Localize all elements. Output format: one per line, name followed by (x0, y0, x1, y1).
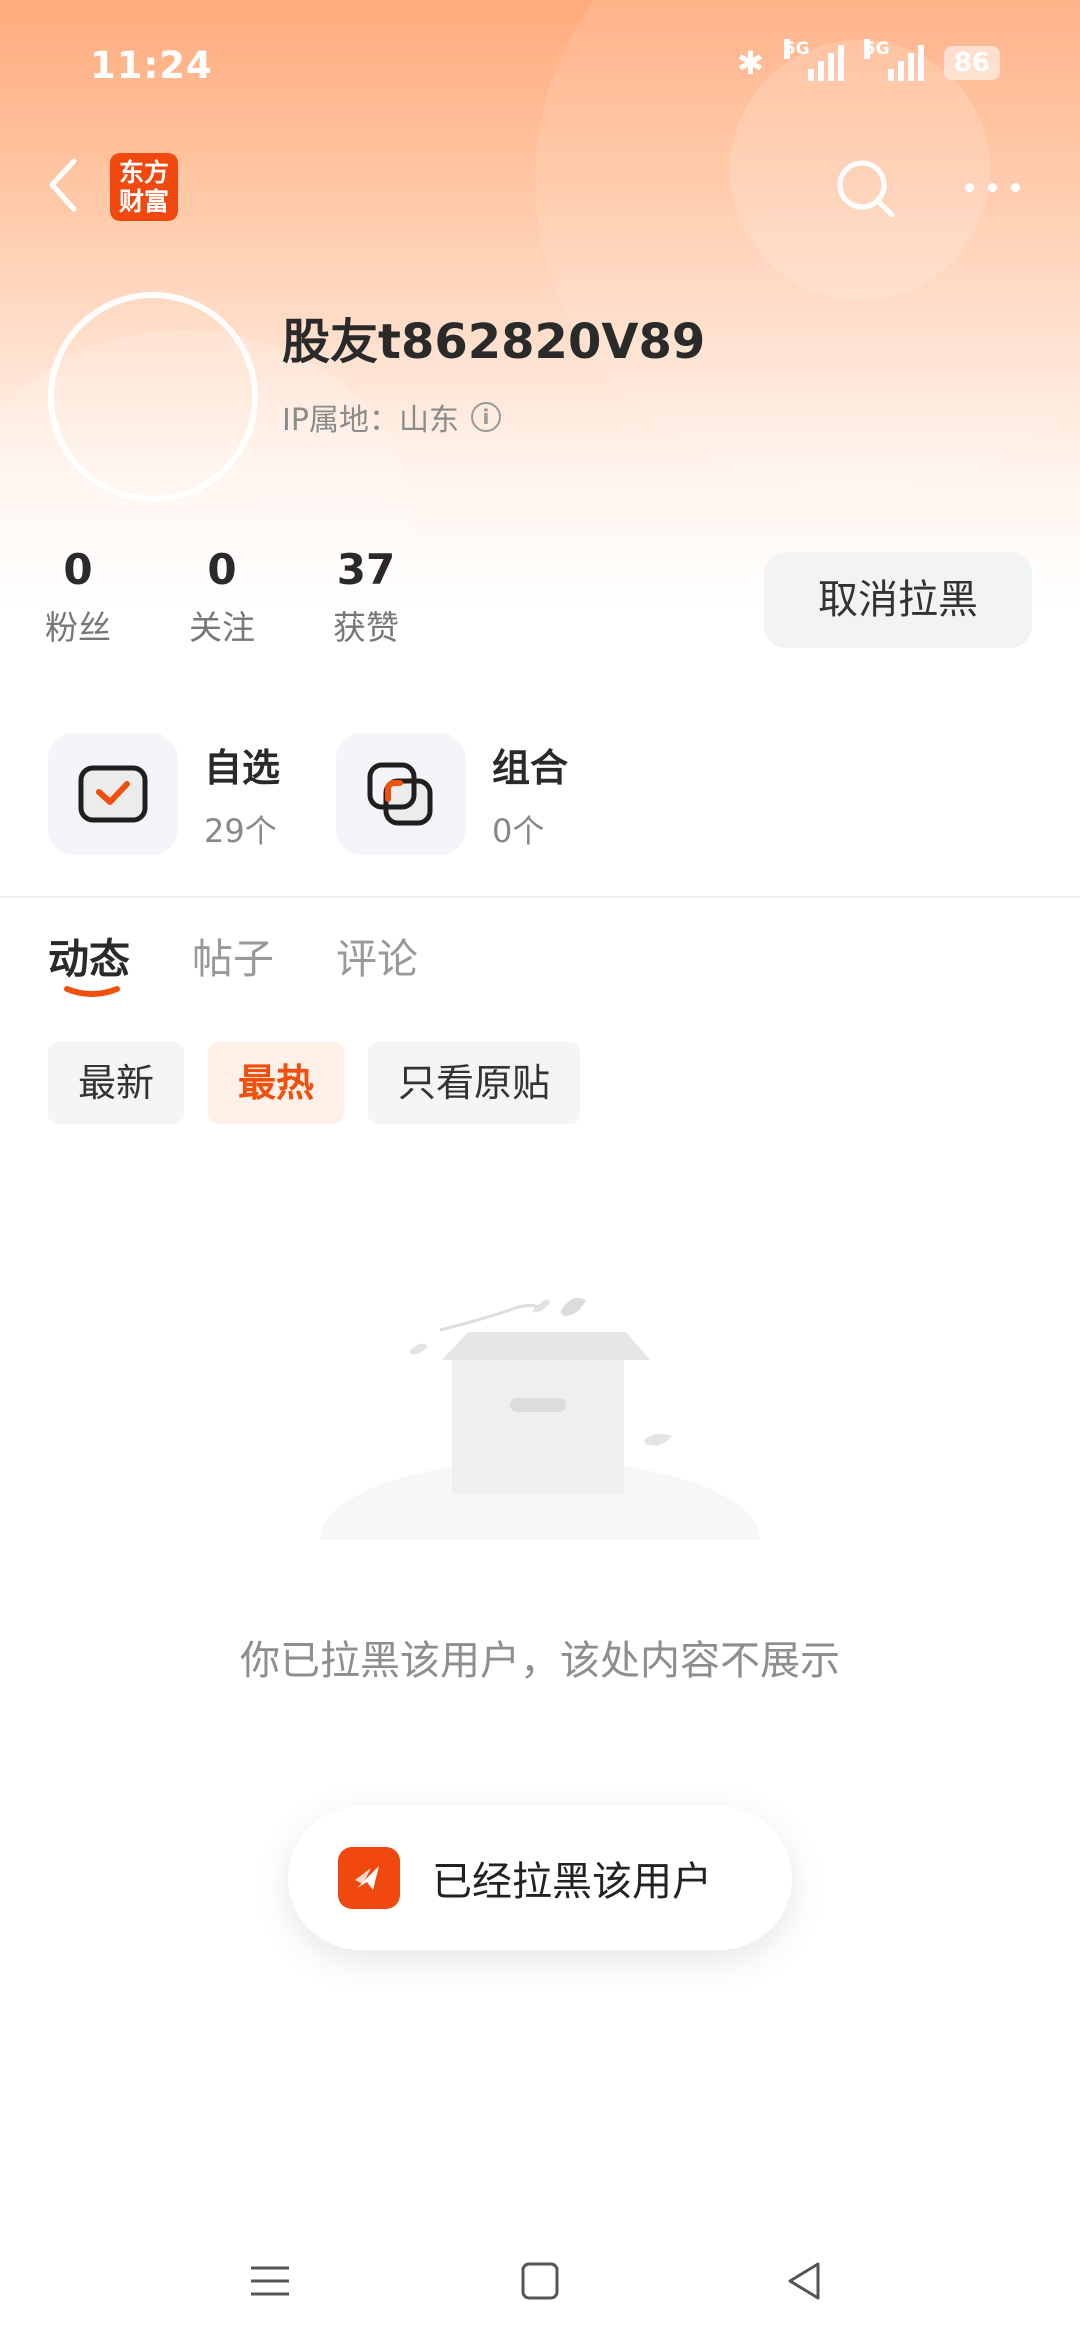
filter-chips: 最新 最热 只看原贴 (48, 1042, 581, 1124)
bluetooth-icon: ✱ (737, 44, 764, 82)
triangle-back-icon (788, 2262, 820, 2300)
profile-stats: 0 粉丝 0 关注 37 获赞 (30, 545, 414, 649)
stat-likes[interactable]: 37 获赞 (318, 545, 414, 649)
info-icon[interactable]: i (470, 402, 501, 432)
battery-indicator: 86 (943, 46, 1000, 80)
stat-label: 获赞 (333, 608, 399, 647)
tab-active-indicator (64, 986, 120, 997)
tab-activity[interactable]: 动态 (48, 925, 130, 997)
network-type: 5G (783, 39, 810, 59)
portfolio-icon-box (336, 733, 466, 855)
network-type: 5G (863, 39, 890, 59)
empty-message: 你已拉黑该用户，该处内容不展示 (240, 1638, 840, 1684)
search-icon (837, 160, 895, 218)
watchlist-title: 自选 (204, 745, 281, 790)
signal-icon: 5G (863, 39, 924, 81)
tab-label: 动态 (48, 935, 130, 983)
stat-value: 0 (63, 545, 93, 594)
back-button[interactable] (44, 155, 84, 215)
divider (0, 896, 1080, 898)
filter-latest[interactable]: 最新 (48, 1042, 185, 1124)
system-back-button[interactable] (780, 2256, 830, 2306)
avatar[interactable] (48, 292, 258, 502)
chevron-left-icon (49, 158, 77, 212)
stat-value: 0 (207, 545, 237, 594)
tab-posts[interactable]: 帖子 (192, 925, 274, 985)
portfolio-entry[interactable]: 组合 0个 (336, 733, 568, 855)
filter-hottest[interactable]: 最热 (208, 1042, 345, 1124)
stat-label: 关注 (189, 608, 255, 647)
home-button[interactable] (515, 2256, 565, 2306)
content-tabs: 动态 帖子 评论 (48, 925, 418, 997)
watchlist-entry[interactable]: 自选 29个 (48, 733, 280, 855)
app-logo-icon (338, 1847, 400, 1909)
tab-label: 评论 (336, 935, 418, 983)
stat-label: 粉丝 (45, 608, 111, 647)
status-bar: 11:24 ✱ 5G 5G 86 (0, 0, 1080, 140)
watchlist-check-icon (78, 765, 148, 823)
filter-original-only[interactable]: 只看原贴 (368, 1042, 581, 1124)
stat-value: 37 (336, 545, 396, 594)
tab-comments[interactable]: 评论 (336, 925, 418, 985)
search-button[interactable] (832, 155, 898, 221)
toast-message: 已经拉黑该用户 (432, 1859, 712, 1905)
portfolio-overlap-icon (367, 762, 433, 826)
more-button[interactable] (965, 172, 1031, 202)
username: 股友t862820V89 (282, 314, 706, 370)
more-dot-icon (988, 182, 997, 192)
signal-icon: 5G (783, 39, 844, 81)
watchlist-icon-box (48, 733, 178, 855)
square-icon (521, 2262, 559, 2300)
status-time: 11:24 (90, 44, 213, 87)
stat-fans[interactable]: 0 粉丝 (30, 545, 126, 649)
recent-apps-button[interactable] (245, 2256, 295, 2306)
more-dot-icon (1011, 182, 1020, 192)
watchlist-count: 29个 (204, 811, 277, 850)
status-icons: ✱ 5G 5G 86 (737, 39, 1000, 82)
unblock-button[interactable]: 取消拉黑 (764, 552, 1032, 648)
toast-notification: 已经拉黑该用户 (288, 1806, 792, 1950)
portfolio-title: 组合 (492, 745, 569, 790)
empty-box-icon (320, 1297, 760, 1540)
tab-label: 帖子 (192, 935, 274, 983)
logo-text: 东方 (118, 158, 169, 187)
stat-following[interactable]: 0 关注 (174, 545, 270, 649)
logo-text: 财富 (118, 187, 169, 216)
ip-location: IP属地：山东 i (282, 395, 501, 439)
app-logo[interactable]: 东方 财富 (110, 153, 178, 221)
ip-location-label: IP属地：山东 (282, 403, 459, 438)
system-nav-bar (0, 2228, 1080, 2344)
more-dot-icon (965, 182, 974, 192)
menu-lines-icon (251, 2266, 289, 2296)
portfolio-count: 0个 (492, 811, 545, 850)
